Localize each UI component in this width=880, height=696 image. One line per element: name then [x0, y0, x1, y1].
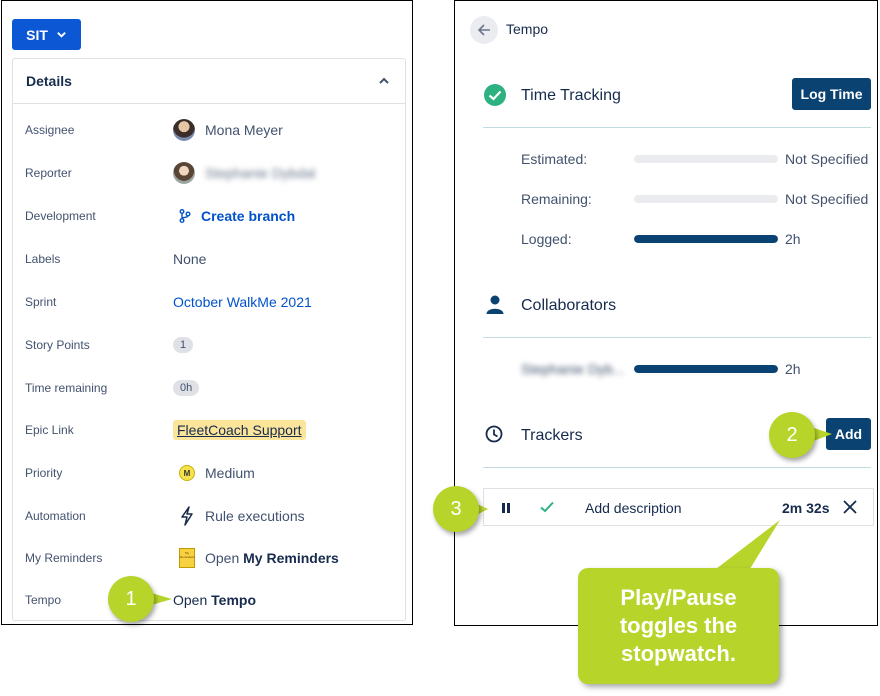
note-line-1: Play/Pause [620, 585, 737, 610]
note-line-3: stopwatch. [621, 641, 736, 666]
play-pause-note: Play/Pause toggles the stopwatch. [578, 568, 779, 684]
callout-2: 2 [769, 412, 815, 458]
note-line-2: toggles the [619, 613, 738, 638]
callout-3: 3 [433, 486, 479, 532]
note-pointer [712, 520, 780, 572]
callout-1: 1 [108, 576, 154, 622]
